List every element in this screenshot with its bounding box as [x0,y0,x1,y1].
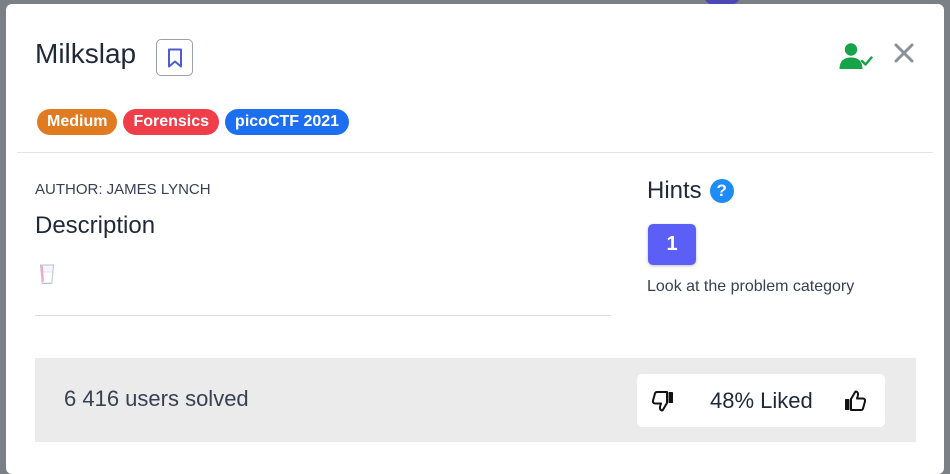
divider [17,152,933,153]
user-solved-icon [839,42,873,75]
stats-footer: 6 416 users solved 48% Liked [35,358,916,442]
like-widget: 48% Liked [637,374,885,427]
close-icon [894,43,914,63]
category-tag: Forensics [123,109,220,135]
hints-heading: Hints ? [647,177,734,205]
hint-text: Look at the problem category [647,278,855,295]
help-icon[interactable]: ? [709,179,734,203]
challenge-modal: Milkslap Medium Forensics picoCTF 2021 A… [6,4,944,474]
bookmark-icon [167,48,182,67]
author-label: AUTHOR: JAMES LYNCH [35,181,211,198]
thumbs-up-icon[interactable] [843,389,867,418]
hint-button-1[interactable]: 1 [648,224,696,265]
description-heading: Description [35,212,156,239]
liked-percent: 48% Liked [710,388,813,413]
solved-count: 6 416 users solved [64,386,249,411]
description-divider [35,315,611,316]
difficulty-tag: Medium [37,109,118,135]
hints-title: Hints [647,177,702,204]
tag-list: Medium Forensics picoCTF 2021 [37,109,350,135]
thumbs-down-icon[interactable] [651,389,675,418]
milk-glass-icon[interactable] [39,263,55,290]
close-button[interactable] [893,42,915,69]
event-tag: picoCTF 2021 [225,109,350,135]
challenge-title: Milkslap [35,38,137,69]
bookmark-button[interactable] [156,39,193,76]
